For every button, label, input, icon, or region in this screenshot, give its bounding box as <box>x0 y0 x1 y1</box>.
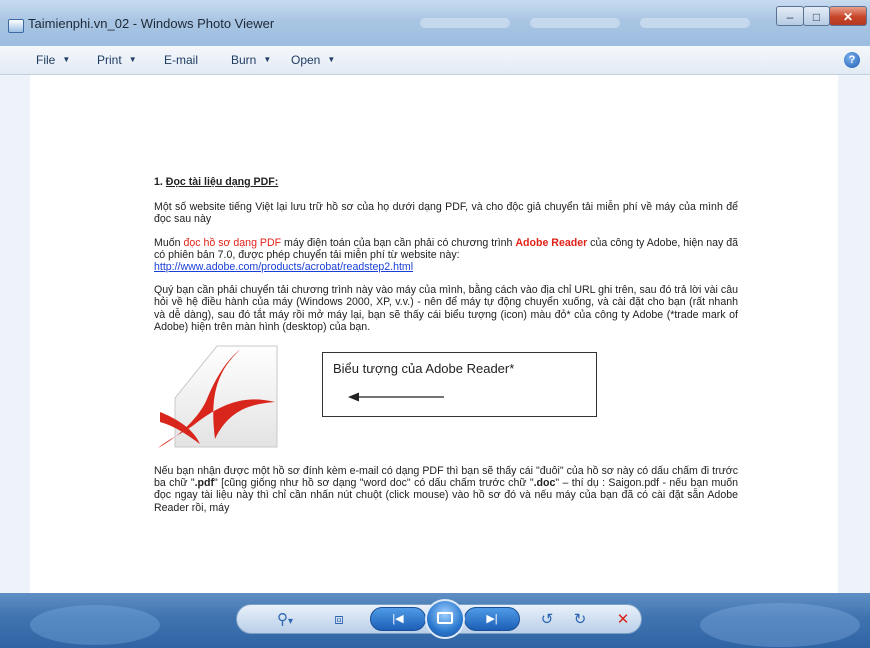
next-button[interactable]: ▶| <box>464 607 520 631</box>
paragraph-2: Muốn đọc hồ sơ dạng PDF máy điện toán củ… <box>154 237 738 274</box>
slideshow-button[interactable] <box>425 599 465 639</box>
minimize-button[interactable]: – <box>776 6 804 26</box>
menu-open[interactable]: Open ▼ <box>291 53 335 67</box>
p4-text-c: " [cũng giống như hồ sơ dạng "word doc" … <box>214 477 534 490</box>
menu-open-label: Open <box>291 53 321 67</box>
blurred-background <box>700 603 860 647</box>
playback-control-bar: ⚲▾ ⧈ |◀ ▶| ↺ ↻ ✕ <box>0 593 870 648</box>
chevron-down-icon: ▼ <box>62 55 71 64</box>
adobe-reader-highlight: Adobe Reader <box>515 236 588 249</box>
delete-icon: ✕ <box>616 611 630 628</box>
menu-email-label: E-mail <box>164 53 199 67</box>
menu-burn-label: Burn <box>231 53 257 67</box>
rotate-counterclockwise-icon: ↺ <box>540 611 554 628</box>
p2-text-b: máy điện toán của bạn cần phải có chương… <box>281 236 516 249</box>
menu-bar: File ▼ Print ▼ E-mail Burn ▼ Open ▼ <box>0 46 870 75</box>
doc-extension: .doc <box>533 477 556 490</box>
menu-print[interactable]: Print ▼ <box>97 53 137 67</box>
window-title: Taimienphi.vn_02 - Windows Photo Viewer <box>28 16 275 31</box>
arrow-left-icon <box>348 392 444 402</box>
maximize-button[interactable]: □ <box>803 6 830 26</box>
image-viewport[interactable]: 1. Đọc tài liệu dạng PDF: Một số website… <box>0 75 870 593</box>
zoom-icon: ⚲ <box>276 611 288 628</box>
callout-text: Biểu tượng của Adobe Reader* <box>333 361 515 377</box>
blurred-background <box>640 18 750 28</box>
paragraph-3: Quý bạn cần phải chuyển tải chương trình… <box>154 284 738 333</box>
adobe-figure: Biểu tượng của Adobe Reader* <box>154 344 738 451</box>
menu-email[interactable]: E-mail <box>164 53 198 67</box>
chevron-down-icon: ▾ <box>287 616 294 627</box>
pdf-extension: .pdf <box>194 477 215 490</box>
displayed-image: 1. Đọc tài liệu dạng PDF: Một số website… <box>30 75 838 593</box>
menu-burn[interactable]: Burn ▼ <box>231 53 271 67</box>
previous-button[interactable]: |◀ <box>370 607 426 631</box>
fit-to-window-button[interactable]: ⧈ <box>327 610 351 630</box>
next-icon: ▶| <box>486 613 498 625</box>
chevron-down-icon: ▼ <box>128 55 137 64</box>
rotate-clockwise-icon: ↻ <box>573 611 587 628</box>
paragraph-1: Một số website tiếng Việt lại lưu trữ hồ… <box>154 201 738 226</box>
paragraph-4: Nếu bạn nhận được một hồ sơ đính kèm e-m… <box>154 465 738 514</box>
previous-icon: |◀ <box>392 613 404 625</box>
adobe-reader-logo <box>158 345 278 449</box>
adobe-download-link: http://www.adobe.com/products/acrobat/re… <box>154 261 414 274</box>
logo-callout-box: Biểu tượng của Adobe Reader* <box>322 352 597 418</box>
p2-text-a: Muốn <box>154 236 184 249</box>
menu-file[interactable]: File ▼ <box>36 53 70 67</box>
slideshow-icon <box>437 612 453 624</box>
rotate-counterclockwise-button[interactable]: ↺ <box>535 610 559 630</box>
section-heading: 1. Đọc tài liệu dạng PDF: <box>154 176 738 188</box>
p2-highlight: đọc hồ sơ dạng PDF <box>183 236 282 249</box>
zoom-button[interactable]: ⚲▾ <box>268 610 302 630</box>
chevron-down-icon: ▼ <box>263 55 272 64</box>
chevron-down-icon: ▼ <box>327 55 336 64</box>
fit-to-window-icon: ⧈ <box>334 611 344 628</box>
blurred-background <box>30 605 160 645</box>
delete-button[interactable]: ✕ <box>611 610 635 630</box>
heading-number: 1. <box>154 176 163 188</box>
help-icon[interactable]: ? <box>844 52 860 68</box>
menu-print-label: Print <box>97 53 122 67</box>
photo-viewer-app-icon <box>8 19 24 33</box>
blurred-background <box>530 18 620 28</box>
blurred-background <box>420 18 510 28</box>
heading-text: Đọc tài liệu dạng PDF: <box>165 176 279 188</box>
photo-viewer-window: Taimienphi.vn_02 - Windows Photo Viewer … <box>0 0 870 648</box>
document-content: 1. Đọc tài liệu dạng PDF: Một số website… <box>154 176 738 525</box>
title-bar[interactable]: Taimienphi.vn_02 - Windows Photo Viewer … <box>0 0 870 46</box>
menu-file-label: File <box>36 53 56 67</box>
close-button[interactable]: ✕ <box>829 6 867 26</box>
rotate-clockwise-button[interactable]: ↻ <box>568 610 592 630</box>
